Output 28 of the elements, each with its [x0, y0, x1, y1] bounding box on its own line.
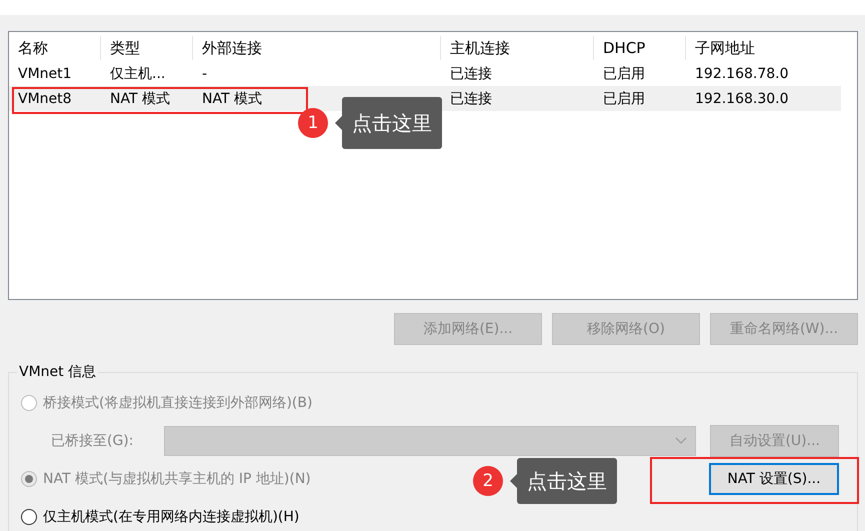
step-badge: 2 — [473, 466, 503, 496]
column-header[interactable]: 名称 — [9, 36, 101, 60]
column-header[interactable]: 外部连接 — [193, 36, 441, 60]
network-row[interactable]: VMnet8 NAT 模式 NAT 模式 已连接 已启用 192.168.30.0 — [9, 86, 841, 111]
radio-option[interactable]: 仅主机模式(在专用网络内连接虚拟机)(H) — [21, 508, 300, 526]
table-cell-text: 仅主机... — [109, 64, 166, 82]
table-cell-text: 已启用 — [602, 90, 646, 108]
table-cell-text: NAT 模式 — [109, 90, 171, 108]
table-cell-text: VMnet1 — [17, 66, 73, 82]
table-cell-text: 已启用 — [602, 64, 646, 82]
table-cell-text: 192.168.78.0 — [694, 66, 790, 82]
column-header[interactable]: DHCP — [594, 36, 686, 60]
table-cell-text: 已连接 — [449, 90, 493, 108]
radio-icon[interactable] — [21, 509, 37, 525]
table-cell-text: VMnet8 — [17, 90, 73, 106]
bridge-label: 已桥接至(G): — [51, 432, 134, 450]
table-cell-text: NAT 模式 — [201, 90, 263, 108]
column-header[interactable]: 主机连接 — [441, 36, 594, 60]
callout-bubble: 点击这里 — [517, 458, 617, 504]
chevron-down-icon — [675, 437, 688, 445]
column-header[interactable]: 类型 — [101, 36, 193, 60]
table-cell-text: - — [201, 66, 208, 82]
table-cell-text: 192.168.30.0 — [694, 90, 790, 106]
column-header[interactable]: 子网地址 — [686, 36, 836, 60]
group-title: VMnet 信息 — [17, 363, 98, 381]
network-row[interactable]: VMnet1 仅主机... - 已连接 已启用 192.168.78.0 — [9, 61, 841, 86]
table-cell-text: 已连接 — [449, 64, 493, 82]
callout-bubble: 点击这里 — [342, 97, 442, 149]
